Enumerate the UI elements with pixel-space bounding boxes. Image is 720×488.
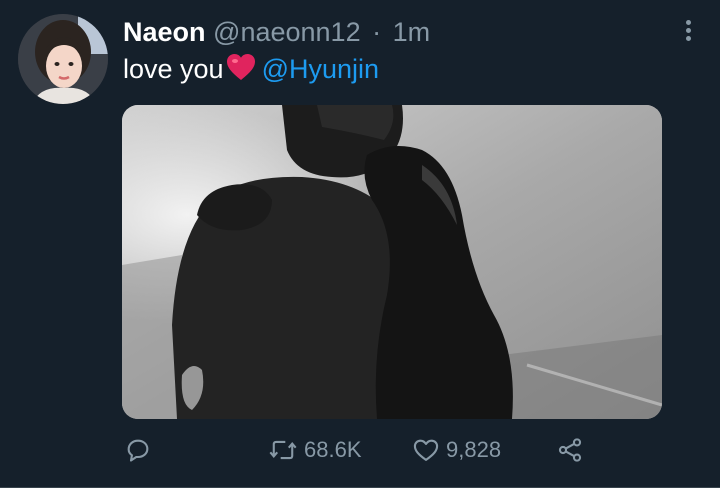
mention-link[interactable]: @Hyunjin <box>262 54 379 84</box>
avatar[interactable] <box>18 14 108 104</box>
tweet-actions: 68.6K 9,828 <box>0 430 720 470</box>
share-icon[interactable] <box>556 436 584 464</box>
retweet-count: 68.6K <box>304 437 362 462</box>
more-options-icon[interactable] <box>684 20 692 44</box>
tweet-body: love you <box>123 54 224 84</box>
tweet[interactable]: Naeon @naeonn12 · 1m love you @Hyunjin 6… <box>0 0 720 488</box>
retweet-button[interactable]: 68.6K <box>268 430 362 470</box>
like-count: 9,828 <box>446 437 502 462</box>
share-button[interactable] <box>556 430 584 470</box>
timestamp[interactable]: 1m <box>393 17 431 47</box>
heart-emoji-icon <box>226 53 256 89</box>
reply-icon[interactable] <box>124 436 152 464</box>
tweet-text: love you @Hyunjin <box>123 52 379 89</box>
tweet-header: Naeon @naeonn12 · 1m <box>123 15 430 49</box>
separator-dot: · <box>372 17 382 47</box>
reply-button[interactable] <box>124 430 152 470</box>
retweet-icon[interactable] <box>268 436 298 464</box>
username-handle[interactable]: @naeonn12 <box>213 17 361 47</box>
display-name[interactable]: Naeon <box>123 17 206 47</box>
like-button[interactable]: 9,828 <box>412 430 501 470</box>
tweet-photo[interactable] <box>122 105 662 419</box>
heart-icon[interactable] <box>412 436 440 464</box>
